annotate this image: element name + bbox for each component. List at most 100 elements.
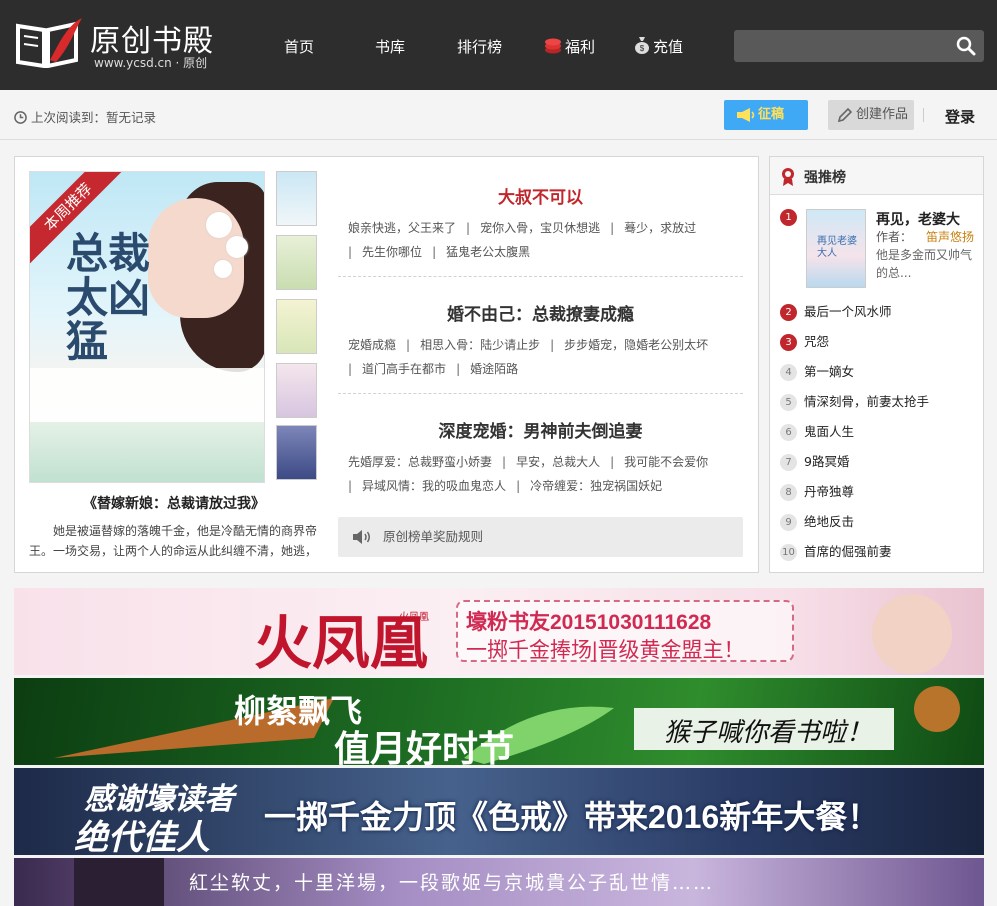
tag-link[interactable]: 宠你入骨，宝贝休想逃: [480, 221, 600, 235]
promo-banner-4[interactable]: 紅尘软丈，十里洋場，一段歌姬与京城貴公子乱世情……: [14, 858, 984, 906]
featured-panel: 总裁太凶猛 本周推荐 《替嫁新娘：总裁请放过我》 她是被逼替嫁的落魄千金，他是冷…: [14, 156, 759, 573]
rank-item[interactable]: 5 情深刻骨，前妻太抢手: [780, 391, 980, 411]
banner-line: 壕粉书友20151030111628: [466, 611, 712, 634]
nav-home[interactable]: 首页: [284, 36, 314, 57]
tag-link[interactable]: 娘亲快逃，父王来了: [348, 221, 456, 235]
nav-ranking[interactable]: 排行榜: [457, 36, 502, 57]
tag-link[interactable]: 婚途陌路: [470, 362, 518, 376]
banner-message-box: 壕粉书友20151030111628 一掷千金捧场|晋级黄金盟主！: [456, 600, 794, 662]
rank-title: 丹帝独尊: [804, 484, 855, 499]
rank-1-author: 作者： 笛声悠扬: [876, 228, 974, 245]
rank-1-cover[interactable]: 再见老婆大人: [806, 209, 866, 288]
divider: [923, 108, 924, 122]
rank-title: 绝地反击: [804, 514, 855, 529]
megaphone-icon: [737, 108, 755, 122]
banner-title: 紅尘软丈，十里洋場，一段歌姬与京城貴公子乱世情……: [189, 872, 715, 894]
featured-cover[interactable]: 总裁太凶猛 本周推荐: [29, 171, 265, 483]
banner-illustration: [872, 594, 952, 674]
rank-item[interactable]: 7 9路冥婚: [780, 451, 980, 471]
tag-link[interactable]: 冷帝缠爱：独宠祸国妖妃: [530, 479, 662, 493]
search-input[interactable]: [734, 30, 984, 62]
story-block: 深度宠婚：男神前夫倒追妻 先婚厚爱：总裁野蛮小娇妻 | 早安，总裁大人 | 我可能不会爱…: [338, 417, 743, 498]
banner-line: 一掷千金力顶《色戒》带来2016新年大餐！: [264, 799, 880, 835]
search-icon[interactable]: [956, 36, 976, 56]
rank-item[interactable]: 2 最后一个风水师: [780, 301, 980, 321]
promo-banner-3[interactable]: 感谢壕读者 绝代佳人 一掷千金力顶《色戒》带来2016新年大餐！: [14, 768, 984, 855]
login-link[interactable]: 登录: [945, 106, 975, 127]
rank-item[interactable]: 6 鬼面人生: [780, 421, 980, 441]
site-logo[interactable]: 原创书殿 www.ycsd.cn · 原创: [14, 12, 214, 72]
ranking-title: 强推榜: [804, 170, 846, 186]
tag-link[interactable]: 先婚厚爱：总裁野蛮小娇妻: [348, 455, 492, 469]
story-tags: 先婚厚爱：总裁野蛮小娇妻 | 早安，总裁大人 | 我可能不会爱你 | 异域风情：我的吸血鬼…: [348, 455, 709, 493]
rank-item[interactable]: 4 第一嫡女: [780, 361, 980, 381]
call-for-papers-button[interactable]: 征稿: [724, 100, 808, 130]
nav-ranking-label: 排行榜: [457, 38, 503, 56]
last-read-label: 上次阅读到：暂无记录: [31, 110, 157, 125]
thumbnail-4[interactable]: [276, 363, 317, 418]
rank-title: 咒怨: [804, 334, 830, 349]
clock-icon: [14, 111, 27, 124]
rank-item[interactable]: 8 丹帝独尊: [780, 481, 980, 501]
promo-banner-1[interactable]: 火凤凰 火凤凰 壕粉书友20151030111628 一掷千金捧场|晋级黄金盟主…: [14, 588, 984, 675]
award-icon: [782, 168, 794, 186]
pencil-icon: [837, 107, 853, 123]
author-link[interactable]: 笛声悠扬: [926, 230, 974, 244]
reward-rules-label: 原创榜单奖励规则: [383, 529, 484, 544]
story-block: 大叔不可以 娘亲快逃，父王来了 | 宠你入骨，宝贝休想逃 | 蓦少，求放过 | 先生你哪位…: [338, 183, 743, 277]
tag-link[interactable]: 先生你哪位: [362, 245, 422, 259]
tag-link[interactable]: 步步婚宠，隐婚老公别太坏: [564, 338, 708, 352]
banner-line: 一掷千金捧场|晋级黄金盟主！: [466, 639, 745, 662]
rank-item[interactable]: 3 咒怨: [780, 331, 980, 351]
banner-line: 猴子喊你看书啦！: [664, 718, 873, 748]
rank-number: 6: [780, 424, 797, 441]
thumbnail-5[interactable]: [276, 425, 317, 480]
create-work-label: 创建作品: [856, 107, 909, 122]
banner-line: 值月好时节: [334, 728, 515, 765]
nav-recharge-label: 充值: [653, 38, 684, 56]
thumbnail-2[interactable]: [276, 235, 317, 290]
cover-flower: [214, 260, 232, 278]
promo-banner-2[interactable]: 柳絮飘飞 值月好时节 猴子喊你看书啦！: [14, 678, 984, 765]
featured-title[interactable]: 《替嫁新娘：总裁请放过我》: [29, 493, 319, 513]
tag-link[interactable]: 猛鬼老公太腹黑: [446, 245, 530, 259]
rank-1-description: 他是多金而又帅气的总...: [876, 248, 973, 280]
tag-link[interactable]: 蓦少，求放过: [624, 221, 696, 235]
rank-title: 鬼面人生: [804, 424, 855, 439]
story-block: 婚不由己：总裁撩妻成瘾 宠婚成瘾 | 相思入骨：陆少请止步 | 步步婚宠，隐婚老公别太坏…: [338, 300, 743, 394]
rank-1-title[interactable]: 再见，老婆大: [876, 209, 960, 229]
tag-link[interactable]: 道门高手在都市: [362, 362, 446, 376]
nav-home-label: 首页: [284, 38, 315, 56]
story-title[interactable]: 深度宠婚：男神前夫倒追妻: [338, 417, 743, 442]
tag-link[interactable]: 异域风情：我的吸血鬼恋人: [362, 479, 506, 493]
create-work-button[interactable]: 创建作品: [828, 100, 914, 130]
monkey-illustration: [914, 686, 960, 732]
tag-link[interactable]: 我可能不会爱你: [624, 455, 708, 469]
story-title[interactable]: 大叔不可以: [338, 183, 743, 208]
ranking-panel: 强推榜 1 再见老婆大人 再见，老婆大 作者： 笛声悠扬 他是多金而又帅气的总..…: [769, 156, 984, 573]
thumbnail-1[interactable]: [276, 171, 317, 226]
tag-link[interactable]: 早安，总裁大人: [516, 455, 600, 469]
tag-link[interactable]: 相思入骨：陆少请止步: [420, 338, 540, 352]
nav-welfare[interactable]: 福利: [544, 36, 595, 57]
nav-recharge[interactable]: $ 充值: [634, 36, 683, 57]
rank-number: 9: [780, 514, 797, 531]
banner-illustration: [74, 858, 164, 906]
ranking-header: 强推榜: [770, 157, 983, 195]
story-title[interactable]: 婚不由己：总裁撩妻成瘾: [338, 300, 743, 325]
rank-item[interactable]: 10 首席的倔强前妻: [780, 541, 980, 561]
banner-subtitle: 火凤凰: [399, 612, 429, 623]
rank-title: 9路冥婚: [804, 454, 850, 469]
thumbnail-3[interactable]: [276, 299, 317, 354]
rank-title: 最后一个风水师: [804, 304, 892, 319]
rank-number: 3: [780, 334, 797, 351]
banner-message-box: 猴子喊你看书啦！: [634, 708, 894, 750]
user-bar: 上次阅读到：暂无记录 征稿 创建作品 登录: [0, 90, 997, 140]
svg-text:$: $: [640, 44, 645, 53]
nav-library[interactable]: 书库: [375, 36, 405, 57]
rank-item[interactable]: 9 绝地反击: [780, 511, 980, 531]
book-logo-icon: [16, 18, 82, 68]
rank-number: 10: [780, 544, 797, 561]
tag-link[interactable]: 宠婚成瘾: [348, 338, 396, 352]
reward-rules-notice[interactable]: 原创榜单奖励规则: [338, 517, 743, 557]
